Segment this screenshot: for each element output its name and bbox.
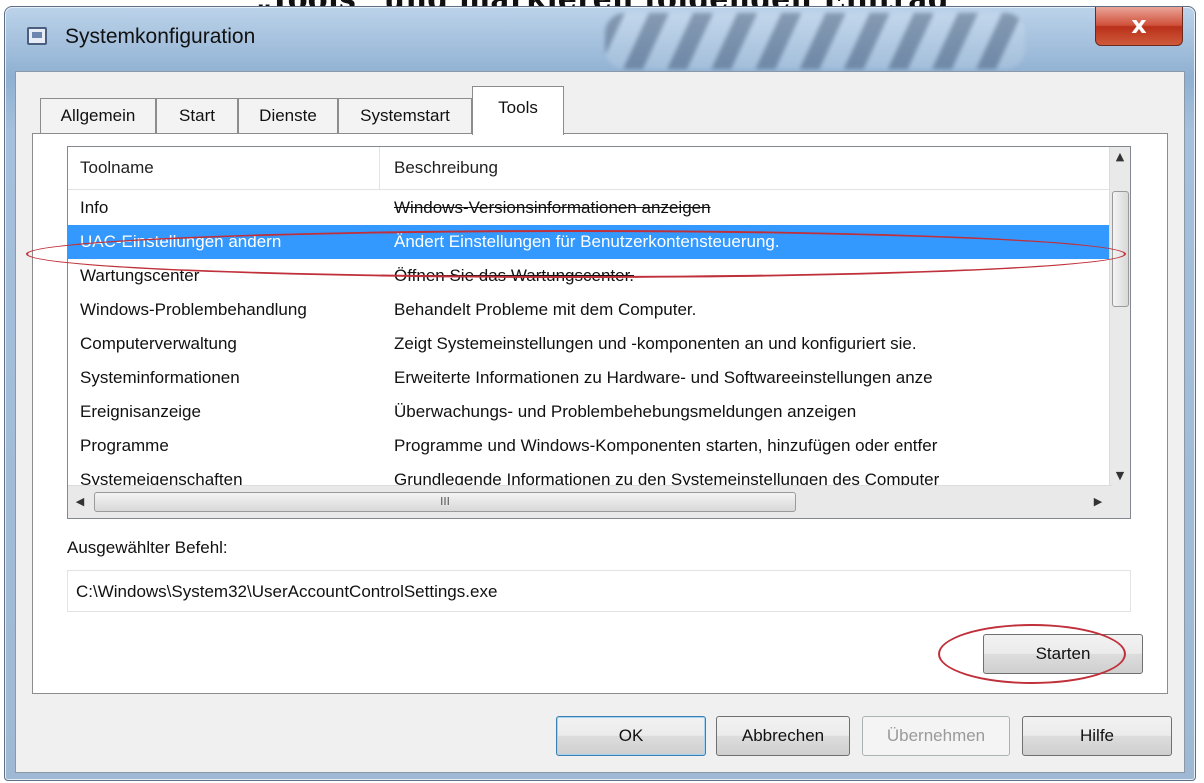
scroll-up-arrow-icon[interactable]: ▲ bbox=[1110, 147, 1130, 167]
description-text: Windows-Versionsinformationen anzeigen bbox=[394, 198, 711, 217]
toolname-cell: Systeminformationen bbox=[80, 368, 240, 387]
toolname-cell: UAC-Einstellungen ändern bbox=[80, 232, 282, 251]
list-item[interactable]: Windows-Problembehandlung Behandelt Probl… bbox=[68, 293, 1112, 327]
ok-button[interactable]: OK bbox=[556, 716, 706, 756]
list-header: Toolname Beschreibung bbox=[68, 147, 1112, 190]
toolname-cell: Wartungscenter bbox=[80, 266, 200, 285]
tab-start[interactable]: Start bbox=[156, 98, 238, 134]
description-text: Erweiterte Informationen zu Hardware- un… bbox=[394, 368, 933, 387]
toolname-cell: Ereignisanzeige bbox=[80, 402, 201, 421]
list-item[interactable]: Systeminformationen Erweiterte Informatio… bbox=[68, 361, 1112, 395]
list-item[interactable]: UAC-Einstellungen ändern Ändert Einstellu… bbox=[68, 225, 1112, 259]
selected-command-label: Ausgewählter Befehl: bbox=[67, 538, 228, 557]
description-text: Behandelt Probleme mit dem Computer. bbox=[394, 300, 697, 319]
vertical-scroll-thumb[interactable] bbox=[1112, 191, 1129, 307]
dialog-client-area: Allgemein Start Dienste Systemstart Tool… bbox=[15, 71, 1185, 773]
list-item[interactable]: Info Windows-Versionsinformationen anzeig… bbox=[68, 191, 1112, 225]
description-text: Programme und Windows-Komponenten starte… bbox=[394, 436, 938, 455]
selected-command-field[interactable]: C:\Windows\System32\UserAccountControlSe… bbox=[67, 570, 1131, 612]
description-text: Grundlegende Informationen zu den System… bbox=[394, 470, 940, 486]
tab-dienste[interactable]: Dienste bbox=[238, 98, 338, 134]
title-bar-glass bbox=[605, 13, 1025, 69]
scroll-right-arrow-icon[interactable]: ▶ bbox=[1088, 492, 1108, 512]
toolname-cell: Computerverwaltung bbox=[80, 334, 237, 353]
description-cell: Programme und Windows-Komponenten starte… bbox=[394, 429, 1110, 463]
toolname-cell: Windows-Problembehandlung bbox=[80, 300, 307, 319]
column-header-beschreibung[interactable]: Beschreibung bbox=[380, 147, 1112, 189]
close-button[interactable]: x bbox=[1095, 7, 1183, 46]
list-item[interactable]: Systemeigenschaften Grundlegende Informat… bbox=[68, 463, 1112, 486]
description-cell: Erweiterte Informationen zu Hardware- un… bbox=[394, 361, 1110, 395]
toolname-cell: Programme bbox=[80, 436, 169, 455]
description-text: Öffnen Sie das Wartungscenter. bbox=[394, 266, 635, 285]
tools-list[interactable]: Toolname Beschreibung Info Windows-Versio… bbox=[67, 146, 1131, 519]
description-cell: Behandelt Probleme mit dem Computer. bbox=[394, 293, 1110, 327]
msconfig-icon bbox=[27, 27, 47, 45]
toolname-cell: Info bbox=[80, 198, 109, 217]
tab-tools[interactable]: Tools bbox=[472, 86, 564, 135]
tab-systemstart[interactable]: Systemstart bbox=[338, 98, 472, 134]
list-item[interactable]: Computerverwaltung Zeigt Systemeinstellun… bbox=[68, 327, 1112, 361]
system-configuration-window: Systemkonfiguration x Allgemein Start Di… bbox=[4, 6, 1196, 781]
column-header-toolname[interactable]: Toolname bbox=[68, 147, 380, 189]
start-button[interactable]: Starten bbox=[983, 634, 1143, 674]
cancel-button[interactable]: Abbrechen bbox=[716, 716, 850, 756]
apply-button: Übernehmen bbox=[862, 716, 1010, 756]
description-cell: Öffnen Sie das Wartungscenter. bbox=[394, 259, 1110, 293]
list-item[interactable]: Wartungscenter Öffnen Sie das Wartungscen… bbox=[68, 259, 1112, 293]
description-cell: Windows-Versionsinformationen anzeigen bbox=[394, 191, 1110, 225]
toolname-cell: Systemeigenschaften bbox=[80, 470, 243, 486]
window-title: Systemkonfiguration bbox=[65, 25, 256, 48]
horizontal-scroll-thumb[interactable]: III bbox=[94, 492, 796, 512]
list-rows: Info Windows-Versionsinformationen anzeig… bbox=[68, 191, 1112, 486]
description-text: Überwachungs- und Problembehebungsmeldun… bbox=[394, 402, 857, 421]
scroll-left-arrow-icon[interactable]: ◀ bbox=[70, 492, 90, 512]
description-cell: Ändert Einstellungen für Benutzerkontens… bbox=[394, 225, 1110, 259]
horizontal-scrollbar[interactable]: ◀ III ▶ bbox=[68, 485, 1112, 518]
help-button[interactable]: Hilfe bbox=[1022, 716, 1172, 756]
tab-allgemein[interactable]: Allgemein bbox=[40, 98, 156, 134]
description-text: Zeigt Systemeinstellungen und -komponent… bbox=[394, 334, 917, 353]
description-cell: Überwachungs- und Problembehebungsmeldun… bbox=[394, 395, 1110, 429]
scroll-down-arrow-icon[interactable]: ▼ bbox=[1110, 466, 1130, 486]
vertical-scrollbar[interactable]: ▲ ▼ bbox=[1109, 147, 1130, 486]
description-cell: Grundlegende Informationen zu den System… bbox=[394, 463, 1110, 486]
description-cell: Zeigt Systemeinstellungen und -komponent… bbox=[394, 327, 1110, 361]
title-bar[interactable]: Systemkonfiguration x bbox=[5, 7, 1195, 69]
tools-tab-panel: Toolname Beschreibung Info Windows-Versio… bbox=[32, 133, 1168, 694]
list-item[interactable]: Programme Programme und Windows-Komponent… bbox=[68, 429, 1112, 463]
scrollbar-corner bbox=[1110, 486, 1130, 518]
list-item[interactable]: Ereignisanzeige Überwachungs- und Problem… bbox=[68, 395, 1112, 429]
description-text: Ändert Einstellungen für Benutzerkontens… bbox=[394, 232, 780, 251]
